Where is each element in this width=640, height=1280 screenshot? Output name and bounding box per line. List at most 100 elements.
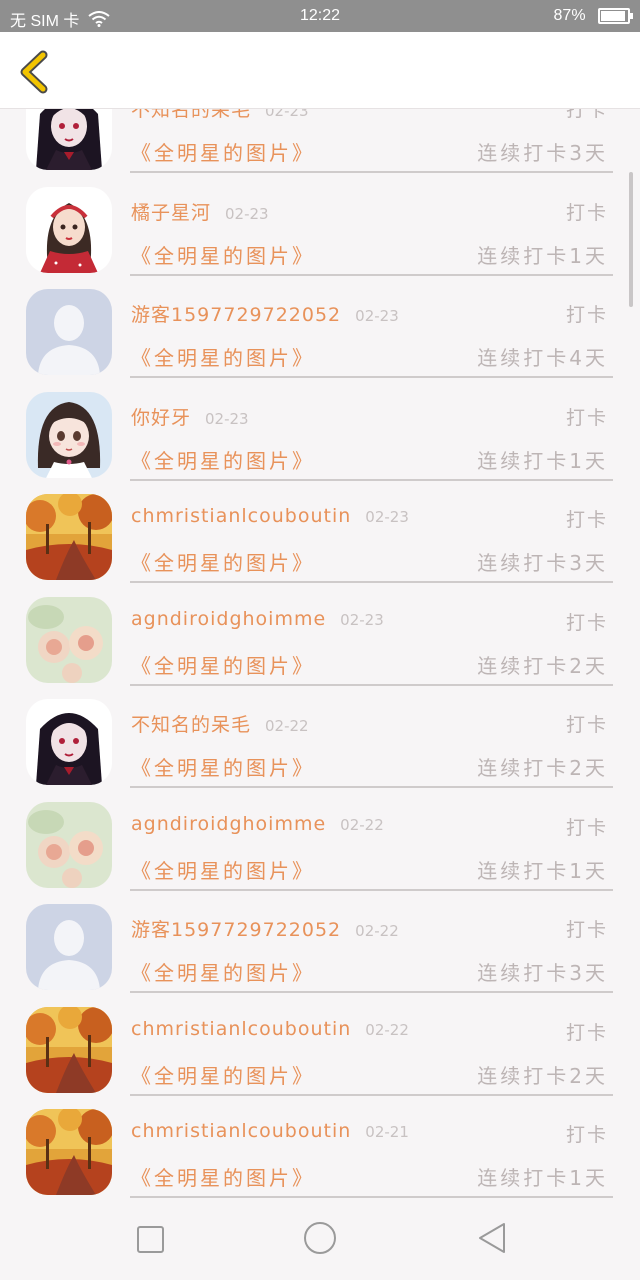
avatar[interactable] bbox=[26, 801, 112, 888]
username-text: 不知名的呆毛 bbox=[131, 109, 252, 121]
username: agndiroidghoimme 02-22 bbox=[131, 813, 384, 835]
username: 橘子星河 02-23 bbox=[131, 198, 269, 225]
avatar[interactable] bbox=[26, 109, 112, 170]
feed-item[interactable]: agndiroidghoimme 02-23 打卡 《全明星的图片》 连续打卡2天 bbox=[0, 578, 640, 686]
back-button[interactable] bbox=[14, 50, 54, 94]
streak-count: 连续打卡3天 bbox=[477, 141, 608, 165]
content-title[interactable]: 《全明星的图片》 bbox=[131, 1060, 315, 1089]
content-title[interactable]: 《全明星的图片》 bbox=[131, 240, 315, 269]
feed-item[interactable]: 游客1597729722052 02-23 打卡 《全明星的图片》 连续打卡4天 bbox=[0, 270, 640, 378]
avatar[interactable] bbox=[26, 289, 112, 375]
username: 你好牙 02-23 bbox=[131, 403, 249, 430]
username-text: 不知名的呆毛 bbox=[131, 714, 252, 736]
streak-count: 连续打卡3天 bbox=[477, 961, 608, 985]
scrollbar[interactable] bbox=[629, 172, 633, 307]
checkin-action-label: 打卡 bbox=[565, 611, 608, 634]
checkin-date: 02-22 bbox=[355, 922, 399, 940]
checkin-action-label: 打卡 bbox=[565, 109, 608, 121]
checkin-date: 02-23 bbox=[205, 409, 249, 428]
recent-apps-icon bbox=[137, 1226, 164, 1253]
feed-item[interactable]: 不知名的呆毛 02-23 打卡 《全明星的图片》 连续打卡3天 bbox=[0, 109, 640, 173]
content-title[interactable]: 《全明星的图片》 bbox=[131, 855, 315, 884]
content-title[interactable]: 《全明星的图片》 bbox=[131, 342, 315, 371]
content-title[interactable]: 《全明星的图片》 bbox=[131, 137, 315, 166]
content-title[interactable]: 《全明星的图片》 bbox=[131, 752, 315, 781]
avatar[interactable] bbox=[26, 391, 112, 478]
status-bar: 无 SIM 卡 12:22 87% bbox=[0, 0, 640, 32]
content-title[interactable]: 《全明星的图片》 bbox=[131, 957, 315, 986]
streak-count: 连续打卡2天 bbox=[477, 1063, 608, 1088]
home-icon bbox=[304, 1222, 336, 1254]
streak-count: 连续打卡1天 bbox=[477, 858, 608, 883]
content-title[interactable]: 《全明星的图片》 bbox=[131, 1162, 315, 1191]
checkin-action-label: 打卡 bbox=[565, 919, 608, 941]
username: agndiroidghoimme 02-23 bbox=[131, 608, 384, 630]
battery-label: 87% bbox=[553, 7, 586, 24]
username-text: 游客1597729722052 bbox=[131, 304, 342, 326]
streak-count: 连续打卡2天 bbox=[477, 756, 608, 780]
username-text: chmristianlcouboutin bbox=[131, 1017, 352, 1040]
clock: 12:22 bbox=[299, 7, 341, 24]
checkin-date: 02-22 bbox=[265, 717, 309, 735]
back-triangle-icon bbox=[479, 1223, 505, 1253]
avatar[interactable] bbox=[26, 494, 112, 580]
streak-count: 连续打卡1天 bbox=[477, 243, 608, 268]
username-text: 游客1597729722052 bbox=[131, 919, 342, 941]
checkin-action-label: 打卡 bbox=[565, 406, 608, 429]
avatar[interactable] bbox=[26, 186, 112, 273]
username: 不知名的呆毛 02-23 bbox=[131, 109, 309, 122]
username: 游客1597729722052 02-22 bbox=[131, 915, 399, 942]
avatar[interactable] bbox=[26, 699, 112, 785]
feed-item[interactable]: 你好牙 02-23 打卡 《全明星的图片》 连续打卡1天 bbox=[0, 373, 640, 481]
feed-item[interactable]: chmristianlcouboutin 02-22 打卡 《全明星的图片》 连续… bbox=[0, 988, 640, 1096]
checkin-date: 02-23 bbox=[225, 204, 269, 223]
checkin-date: 02-22 bbox=[340, 815, 384, 834]
checkin-action-label: 打卡 bbox=[565, 304, 608, 326]
feed-item[interactable]: 游客1597729722052 02-22 打卡 《全明星的图片》 连续打卡3天 bbox=[0, 885, 640, 993]
username-text: chmristianlcouboutin bbox=[131, 1120, 352, 1142]
streak-count: 连续打卡3天 bbox=[477, 551, 608, 575]
checkin-action-label: 打卡 bbox=[565, 1021, 608, 1044]
username-text: chmristianlcouboutin bbox=[131, 505, 352, 527]
battery-icon bbox=[598, 7, 633, 24]
feed-item[interactable]: 不知名的呆毛 02-22 打卡 《全明星的图片》 连续打卡2天 bbox=[0, 680, 640, 788]
battery-status: 87% bbox=[553, 7, 633, 25]
checkin-action-label: 打卡 bbox=[565, 509, 608, 531]
avatar[interactable] bbox=[26, 904, 112, 990]
username: chmristianlcouboutin 02-21 bbox=[131, 1120, 409, 1142]
avatar[interactable] bbox=[26, 1006, 112, 1093]
system-back-button[interactable] bbox=[472, 1220, 512, 1260]
feed-item[interactable]: 橘子星河 02-23 打卡 《全明星的图片》 连续打卡1天 bbox=[0, 168, 640, 276]
streak-count: 连续打卡1天 bbox=[477, 448, 608, 473]
username-text: agndiroidghoimme bbox=[131, 607, 327, 630]
divider bbox=[130, 1196, 613, 1198]
username: chmristianlcouboutin 02-22 bbox=[131, 1018, 409, 1040]
username: 不知名的呆毛 02-22 bbox=[131, 710, 309, 737]
recent-apps-button[interactable] bbox=[130, 1220, 170, 1260]
username: 游客1597729722052 02-23 bbox=[131, 300, 399, 327]
avatar[interactable] bbox=[26, 596, 112, 683]
checkin-date: 02-21 bbox=[365, 1123, 409, 1141]
feed-item[interactable]: chmristianlcouboutin 02-23 打卡 《全明星的图片》 连续… bbox=[0, 475, 640, 583]
checkin-date: 02-23 bbox=[340, 610, 384, 629]
username-text: agndiroidghoimme bbox=[131, 812, 327, 835]
content-title[interactable]: 《全明星的图片》 bbox=[131, 650, 315, 679]
feed-item[interactable]: chmristianlcouboutin 02-21 打卡 《全明星的图片》 连续… bbox=[0, 1090, 640, 1198]
avatar[interactable] bbox=[26, 1109, 112, 1195]
checkin-date: 02-22 bbox=[365, 1020, 409, 1039]
feed-item[interactable]: agndiroidghoimme 02-22 打卡 《全明星的图片》 连续打卡1天 bbox=[0, 783, 640, 891]
streak-count: 连续打卡4天 bbox=[477, 346, 608, 370]
checkin-action-label: 打卡 bbox=[565, 816, 608, 839]
streak-count: 连续打卡1天 bbox=[477, 1166, 608, 1190]
content-title[interactable]: 《全明星的图片》 bbox=[131, 445, 315, 474]
checkin-date: 02-23 bbox=[355, 307, 399, 325]
checkin-action-label: 打卡 bbox=[565, 714, 608, 736]
checkin-feed[interactable]: 不知名的呆毛 02-23 打卡 《全明星的图片》 连续打卡3天 橘子星河 02-23… bbox=[0, 109, 640, 1200]
checkin-date: 02-23 bbox=[265, 109, 309, 120]
streak-count: 连续打卡2天 bbox=[477, 653, 608, 678]
content-title[interactable]: 《全明星的图片》 bbox=[131, 547, 315, 576]
checkin-date: 02-23 bbox=[365, 508, 409, 526]
username-text: 橘子星河 bbox=[131, 201, 212, 224]
system-nav-bar bbox=[0, 1200, 640, 1280]
home-button[interactable] bbox=[300, 1220, 340, 1260]
